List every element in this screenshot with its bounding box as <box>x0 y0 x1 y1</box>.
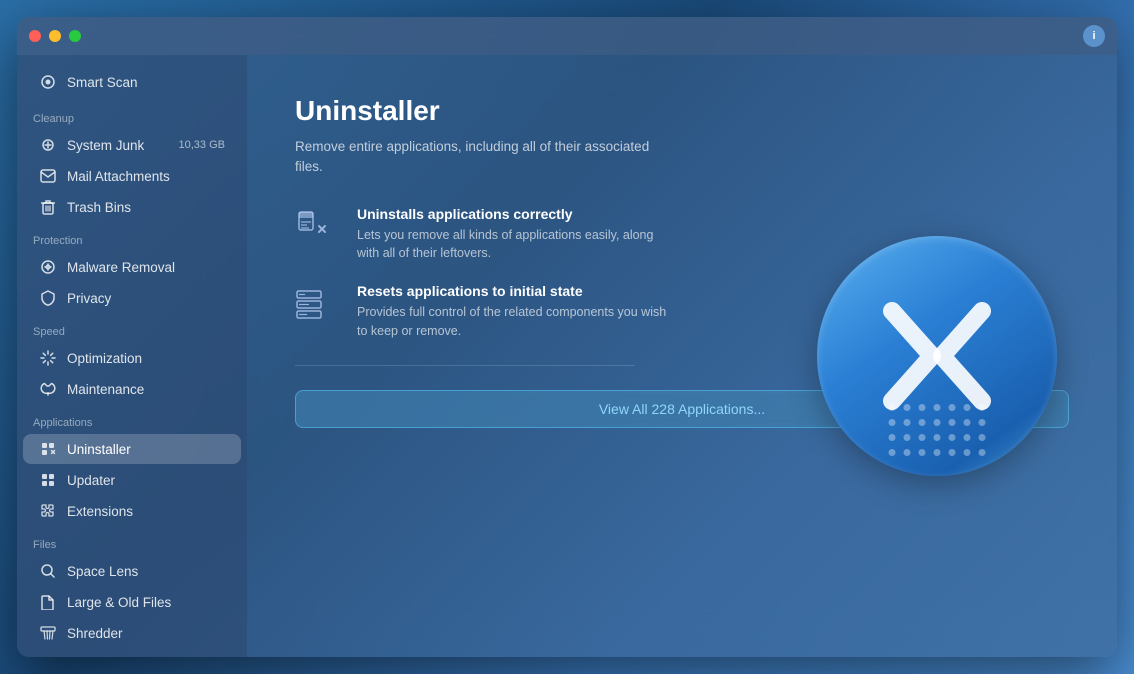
content-area: Uninstaller Remove entire applications, … <box>247 55 1117 657</box>
sidebar-item-malware-removal[interactable]: Malware Removal <box>23 252 241 282</box>
section-label-applications: Applications <box>17 405 247 433</box>
sidebar-item-updater[interactable]: Updater <box>23 465 241 495</box>
trash-icon <box>39 198 57 216</box>
privacy-icon <box>39 289 57 307</box>
updater-icon <box>39 471 57 489</box>
maintenance-icon <box>39 380 57 398</box>
updater-label: Updater <box>67 473 115 488</box>
divider <box>295 365 635 366</box>
sidebar-item-space-lens[interactable]: Space Lens <box>23 556 241 586</box>
feature-uninstalls-title: Uninstalls applications correctly <box>357 206 667 222</box>
main-area: Smart Scan Cleanup System Junk 10,33 GB <box>17 55 1117 657</box>
sidebar-item-shredder[interactable]: Shredder <box>23 618 241 648</box>
sidebar-item-privacy[interactable]: Privacy <box>23 283 241 313</box>
sidebar-item-smart-scan[interactable]: Smart Scan <box>23 65 241 99</box>
feature-resets-title: Resets applications to initial state <box>357 283 667 299</box>
smart-scan-label: Smart Scan <box>67 75 138 90</box>
page-subtitle: Remove entire applications, including al… <box>295 137 655 178</box>
shredder-label: Shredder <box>67 626 123 641</box>
content-header: Uninstaller Remove entire applications, … <box>295 95 1069 178</box>
sidebar-item-mail-attachments[interactable]: Mail Attachments <box>23 161 241 191</box>
malware-removal-label: Malware Removal <box>67 260 175 275</box>
section-label-cleanup: Cleanup <box>17 101 247 129</box>
app-logo-svg <box>872 291 1002 421</box>
system-junk-badge: 10,33 GB <box>179 139 225 151</box>
trash-bins-label: Trash Bins <box>67 200 131 215</box>
shredder-icon <box>39 624 57 642</box>
minimize-button[interactable] <box>49 30 61 42</box>
feature-uninstalls-text: Uninstalls applications correctly Lets y… <box>357 206 667 264</box>
sidebar-item-maintenance[interactable]: Maintenance <box>23 374 241 404</box>
close-button[interactable] <box>29 30 41 42</box>
app-icon-circle <box>817 236 1057 476</box>
large-files-icon <box>39 593 57 611</box>
feature-resets-icon <box>295 283 339 327</box>
uninstaller-icon <box>39 440 57 458</box>
app-icon-area <box>817 236 1057 476</box>
fullscreen-button[interactable] <box>69 30 81 42</box>
section-label-protection: Protection <box>17 223 247 251</box>
sidebar-item-optimization[interactable]: Optimization <box>23 343 241 373</box>
extensions-icon <box>39 502 57 520</box>
sidebar-item-trash-bins[interactable]: Trash Bins <box>23 192 241 222</box>
feature-uninstalls-icon <box>295 206 339 250</box>
space-lens-label: Space Lens <box>67 564 138 579</box>
smart-scan-icon <box>39 73 57 91</box>
sidebar-item-uninstaller[interactable]: Uninstaller <box>23 434 241 464</box>
system-junk-label: System Junk <box>67 138 144 153</box>
mail-attachments-label: Mail Attachments <box>67 169 170 184</box>
feature-resets-text: Resets applications to initial state Pro… <box>357 283 667 341</box>
malware-icon <box>39 258 57 276</box>
page-title: Uninstaller <box>295 95 1069 127</box>
sidebar-item-extensions[interactable]: Extensions <box>23 496 241 526</box>
feature-resets-desc: Provides full control of the related com… <box>357 303 667 341</box>
space-lens-icon <box>39 562 57 580</box>
feature-uninstalls-desc: Lets you remove all kinds of application… <box>357 226 667 264</box>
title-bar: i <box>17 17 1117 55</box>
maintenance-label: Maintenance <box>67 382 144 397</box>
sidebar: Smart Scan Cleanup System Junk 10,33 GB <box>17 55 247 657</box>
app-window: i Smart Scan Cleanup <box>17 17 1117 657</box>
section-label-speed: Speed <box>17 314 247 342</box>
info-button[interactable]: i <box>1083 25 1105 47</box>
uninstaller-label: Uninstaller <box>67 442 131 457</box>
extensions-label: Extensions <box>67 504 133 519</box>
optimization-label: Optimization <box>67 351 142 366</box>
system-junk-icon <box>39 136 57 154</box>
sidebar-item-large-old-files[interactable]: Large & Old Files <box>23 587 241 617</box>
privacy-label: Privacy <box>67 291 111 306</box>
large-old-files-label: Large & Old Files <box>67 595 171 610</box>
optimization-icon <box>39 349 57 367</box>
sidebar-item-system-junk[interactable]: System Junk 10,33 GB <box>23 130 241 160</box>
traffic-lights <box>29 30 81 42</box>
section-label-files: Files <box>17 527 247 555</box>
mail-icon <box>39 167 57 185</box>
